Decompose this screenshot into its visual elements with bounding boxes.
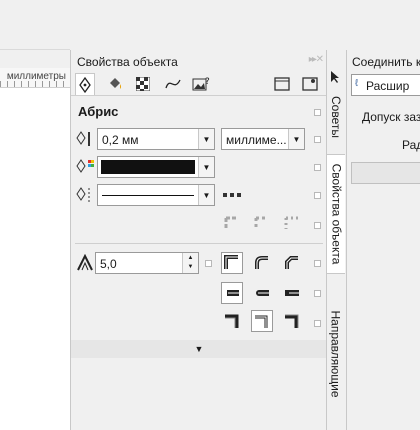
vtab-guides[interactable]: Направляющие: [327, 294, 345, 414]
cursor-help-icon[interactable]: [327, 68, 345, 86]
apply-button[interactable]: [351, 162, 420, 184]
tab-bitmap[interactable]: ?: [191, 73, 211, 95]
miter-checkbox[interactable]: [205, 260, 212, 267]
outline-width-value: 0,2 мм: [102, 133, 139, 147]
dash-corner-default-icon: [224, 216, 238, 229]
expand-more-button[interactable]: ▼: [71, 340, 327, 358]
drawing-canvas[interactable]: [0, 88, 70, 430]
corner-bevel-icon: [285, 256, 298, 269]
transparency-checker-icon: [136, 77, 150, 91]
curve-icon: [165, 79, 181, 89]
vtab-tips[interactable]: Советы: [327, 86, 345, 148]
corner-miter-icon: [224, 255, 238, 269]
outline-color-combo[interactable]: ▼: [97, 156, 215, 178]
cap-square-icon: [285, 290, 299, 296]
tab-transparency[interactable]: [133, 73, 153, 95]
corner-miter-button[interactable]: [221, 252, 243, 274]
radius-label: Рад: [402, 138, 420, 152]
units-value: миллиме...: [226, 133, 287, 147]
tab-outline[interactable]: [75, 73, 95, 95]
line-style-preview: [102, 195, 194, 196]
style-checkbox[interactable]: [314, 192, 321, 199]
ellipsis-icon: [223, 193, 241, 197]
docker-tab-bar: ?: [71, 72, 327, 96]
position-inside-icon: [285, 314, 299, 328]
dash-corner-checkbox[interactable]: [314, 222, 321, 229]
outline-color-swatch: [101, 160, 195, 174]
settings-button[interactable]: [299, 73, 321, 95]
pen-nib-icon: [79, 76, 91, 93]
cap-round-icon: [256, 290, 269, 296]
docker-title: Свойства объекта: [77, 55, 178, 69]
join-mode-value: Расшир: [366, 79, 410, 93]
corner-bevel-button[interactable]: [281, 252, 303, 274]
position-inside-button[interactable]: [281, 310, 303, 332]
chevron-down-icon[interactable]: ▼: [198, 185, 214, 205]
cap-butt-icon: [227, 290, 239, 296]
corner-checkbox[interactable]: [314, 260, 321, 267]
position-center-icon: [255, 315, 268, 328]
color-checkbox[interactable]: [314, 164, 321, 171]
outline-width-combo[interactable]: 0,2 мм ▼: [97, 128, 215, 150]
dash-corner-fixed-icon: [284, 216, 298, 229]
corner-round-icon: [255, 256, 268, 269]
spin-arrows-icon[interactable]: ▲ ▼: [182, 253, 198, 273]
vtab-guides-label: Направляющие: [329, 310, 344, 398]
vtab-object-properties[interactable]: Свойства объекта: [327, 154, 345, 274]
outline-style-icon: [76, 187, 90, 202]
horizontal-ruler[interactable]: миллиметры: [0, 68, 70, 88]
vtab-tips-label: Советы: [329, 96, 344, 138]
outline-color-icon: [76, 159, 94, 173]
svg-text:?: ?: [205, 77, 210, 87]
join-curves-title: Соединить к: [352, 55, 420, 69]
cap-square-button[interactable]: [281, 282, 303, 304]
join-mode-icon: ℓ: [355, 78, 359, 89]
toolbar-strip: [0, 0, 70, 50]
position-checkbox[interactable]: [314, 320, 321, 327]
object-properties-docker: Свойства объекта ▸▸ ✕ ? Абрис 0,2 мм ▼ м…: [70, 50, 327, 430]
chevron-down-icon[interactable]: ▼: [198, 129, 214, 149]
join-curves-docker: Соединить к ℓ Расшир Допуск заз Рад: [346, 50, 420, 430]
settings-frame-icon: [302, 77, 318, 91]
position-outside-button[interactable]: [221, 310, 243, 332]
position-center-button[interactable]: [251, 310, 273, 332]
section-checkbox[interactable]: [314, 109, 321, 116]
join-mode-dropdown[interactable]: ℓ Расшир: [351, 74, 420, 96]
section-title-outline: Абрис: [78, 104, 119, 119]
miter-limit-icon: [77, 254, 93, 271]
dash-corner-aligned-button[interactable]: [251, 212, 273, 234]
vtab-object-properties-label: Свойства объекта: [329, 163, 343, 265]
dash-corner-aligned-icon: [254, 216, 268, 229]
gap-tolerance-label: Допуск заз: [362, 110, 420, 124]
tab-fill[interactable]: [105, 73, 125, 95]
chevron-down-icon[interactable]: ▼: [198, 157, 214, 177]
cap-round-button[interactable]: [251, 282, 273, 304]
docker-expand-arrows-icon[interactable]: ▸▸ ✕: [309, 54, 324, 65]
line-style-options-button[interactable]: [221, 184, 243, 206]
miter-limit-spinbox[interactable]: 5,0 ▲ ▼: [95, 252, 199, 274]
cap-butt-button[interactable]: [221, 282, 243, 304]
frame-button[interactable]: [271, 73, 293, 95]
outline-width-icon: [76, 131, 90, 146]
units-combo[interactable]: миллиме... ▼: [221, 128, 305, 150]
image-question-icon: ?: [192, 77, 210, 91]
docker-vertical-tabs: Советы Свойства объекта Направляющие: [326, 50, 345, 430]
miter-limit-value: 5,0: [100, 257, 117, 271]
tab-curve[interactable]: [163, 73, 183, 95]
cap-checkbox[interactable]: [314, 290, 321, 297]
width-checkbox[interactable]: [314, 136, 321, 143]
separator: [75, 243, 323, 244]
frame-icon: [274, 77, 290, 91]
dash-corner-default-button[interactable]: [221, 212, 243, 234]
chevron-down-icon: ▼: [194, 344, 204, 354]
chevron-down-icon[interactable]: ▼: [288, 129, 304, 149]
line-style-combo[interactable]: ▼: [97, 184, 215, 206]
dash-corner-fixed-button[interactable]: [281, 212, 303, 234]
position-outside-icon: [225, 314, 239, 328]
cursor-arrow-icon: [331, 71, 339, 83]
ruler-ticks: [0, 81, 70, 87]
corner-round-button[interactable]: [251, 252, 273, 274]
fill-bucket-icon: [110, 78, 121, 89]
